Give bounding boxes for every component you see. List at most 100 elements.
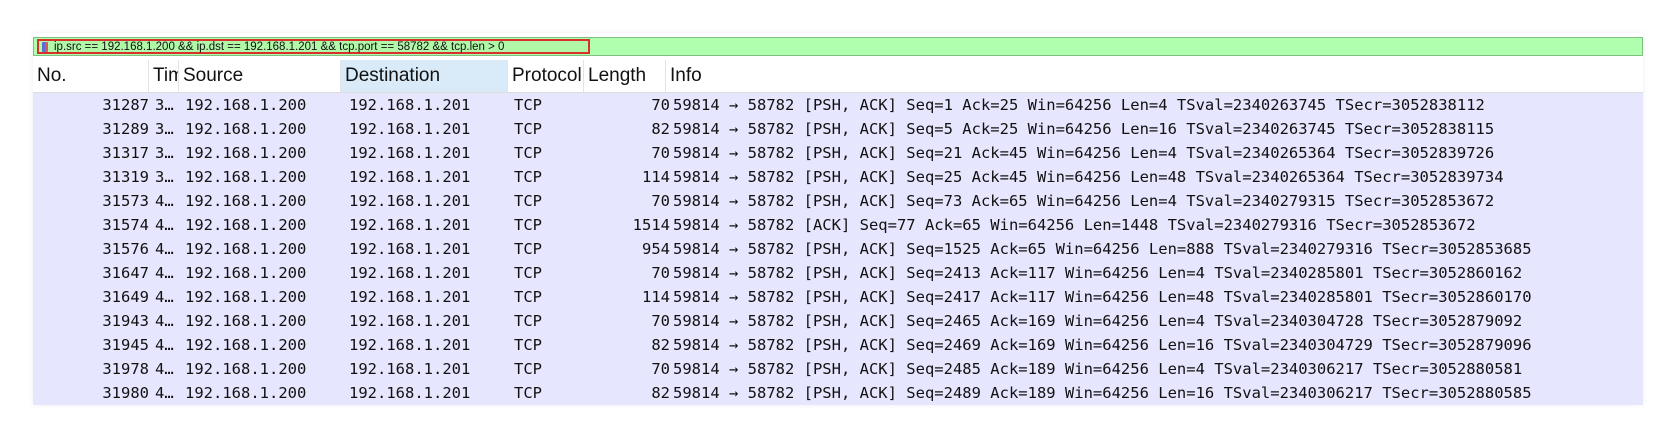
packet-no-cell: 31943 — [102, 312, 149, 330]
packet-no-cell: 31576 — [102, 240, 149, 258]
packet-length-cell: 70 — [651, 96, 670, 114]
packet-protocol-cell: TCP — [514, 336, 542, 354]
packet-list-window: ip.src == 192.168.1.200 && ip.dst == 192… — [33, 33, 1643, 405]
packet-time-cell: 4… — [155, 312, 174, 330]
column-header-no[interactable]: No. — [33, 60, 149, 92]
packet-no-cell: 31945 — [102, 336, 149, 354]
packet-protocol-cell: TCP — [514, 288, 542, 306]
packet-no-cell: 31317 — [102, 144, 149, 162]
packet-length-cell: 954 — [642, 240, 670, 258]
packet-length-cell: 70 — [651, 312, 670, 330]
packet-length-cell: 82 — [651, 384, 670, 402]
packet-row[interactable]: 31287 3… 192.168.1.200 192.168.1.201 TCP 70 59… — [33, 93, 1643, 117]
packet-info-cell: 59814 → 58782 [PSH, ACK] Seq=2413 Ack=11… — [673, 264, 1523, 282]
packet-time-cell: 4… — [155, 288, 174, 306]
packet-time-cell: 3… — [155, 144, 174, 162]
packet-no-cell: 31287 — [102, 96, 149, 114]
packet-source-cell: 192.168.1.200 — [185, 264, 307, 282]
packet-protocol-cell: TCP — [514, 120, 542, 138]
packet-source-cell: 192.168.1.200 — [185, 312, 307, 330]
packet-protocol-cell: TCP — [514, 168, 542, 186]
packet-info-cell: 59814 → 58782 [PSH, ACK] Seq=5 Ack=25 Wi… — [673, 120, 1495, 138]
packet-protocol-cell: TCP — [514, 264, 542, 282]
packet-destination-cell: 192.168.1.201 — [349, 144, 471, 162]
packet-info-cell: 59814 → 58782 [PSH, ACK] Seq=2469 Ack=16… — [673, 336, 1532, 354]
packet-protocol-cell: TCP — [514, 240, 542, 258]
packet-time-cell: 4… — [155, 192, 174, 210]
packet-info-cell: 59814 → 58782 [PSH, ACK] Seq=2465 Ack=16… — [673, 312, 1523, 330]
packet-no-cell: 31647 — [102, 264, 149, 282]
packet-source-cell: 192.168.1.200 — [185, 216, 307, 234]
packet-list-header: No. Time Source Destination Protocol Len… — [33, 60, 1643, 93]
bookmark-icon[interactable] — [42, 42, 48, 52]
packet-info-cell: 59814 → 58782 [PSH, ACK] Seq=1525 Ack=65… — [673, 240, 1532, 258]
packet-destination-cell: 192.168.1.201 — [349, 336, 471, 354]
packet-row[interactable]: 31980 4… 192.168.1.200 192.168.1.201 TCP 82 59… — [33, 381, 1643, 405]
packet-protocol-cell: TCP — [514, 144, 542, 162]
packet-length-cell: 114 — [642, 168, 670, 186]
packet-source-cell: 192.168.1.200 — [185, 96, 307, 114]
packet-info-cell: 59814 → 58782 [PSH, ACK] Seq=2485 Ack=18… — [673, 360, 1523, 378]
packet-no-cell: 31574 — [102, 216, 149, 234]
packet-protocol-cell: TCP — [514, 216, 542, 234]
packet-info-cell: 59814 → 58782 [PSH, ACK] Seq=2417 Ack=11… — [673, 288, 1532, 306]
packet-destination-cell: 192.168.1.201 — [349, 168, 471, 186]
packet-length-cell: 82 — [651, 336, 670, 354]
packet-row[interactable]: 31319 3… 192.168.1.200 192.168.1.201 TCP 114 5… — [33, 165, 1643, 189]
packet-row[interactable]: 31574 4… 192.168.1.200 192.168.1.201 TCP 1514… — [33, 213, 1643, 237]
packet-row[interactable]: 31647 4… 192.168.1.200 192.168.1.201 TCP 70 59… — [33, 261, 1643, 285]
packet-destination-cell: 192.168.1.201 — [349, 288, 471, 306]
packet-row[interactable]: 31289 3… 192.168.1.200 192.168.1.201 TCP 82 59… — [33, 117, 1643, 141]
packet-length-cell: 114 — [642, 288, 670, 306]
packet-length-cell: 1514 — [632, 216, 670, 234]
packet-time-cell: 4… — [155, 264, 174, 282]
column-header-length[interactable]: Length — [584, 60, 666, 92]
packet-info-cell: 59814 → 58782 [PSH, ACK] Seq=1 Ack=25 Wi… — [673, 96, 1485, 114]
packet-source-cell: 192.168.1.200 — [185, 384, 307, 402]
packet-row[interactable]: 31649 4… 192.168.1.200 192.168.1.201 TCP 114 5… — [33, 285, 1643, 309]
packet-time-cell: 3… — [155, 168, 174, 186]
packet-destination-cell: 192.168.1.201 — [349, 264, 471, 282]
packet-source-cell: 192.168.1.200 — [185, 288, 307, 306]
packet-destination-cell: 192.168.1.201 — [349, 360, 471, 378]
column-header-protocol[interactable]: Protocol — [508, 60, 584, 92]
packet-time-cell: 4… — [155, 384, 174, 402]
packet-no-cell: 31573 — [102, 192, 149, 210]
column-header-source[interactable]: Source — [179, 60, 341, 92]
packet-no-cell: 31289 — [102, 120, 149, 138]
packet-protocol-cell: TCP — [514, 96, 542, 114]
packet-row[interactable]: 31978 4… 192.168.1.200 192.168.1.201 TCP 70 59… — [33, 357, 1643, 381]
column-header-info[interactable]: Info — [666, 60, 1643, 92]
packet-time-cell: 3… — [155, 96, 174, 114]
packet-info-cell: 59814 → 58782 [PSH, ACK] Seq=2489 Ack=18… — [673, 384, 1532, 402]
packet-source-cell: 192.168.1.200 — [185, 336, 307, 354]
packet-no-cell: 31978 — [102, 360, 149, 378]
packet-protocol-cell: TCP — [514, 192, 542, 210]
packet-row[interactable]: 31576 4… 192.168.1.200 192.168.1.201 TCP 954 5… — [33, 237, 1643, 261]
packet-destination-cell: 192.168.1.201 — [349, 216, 471, 234]
packet-row[interactable]: 31573 4… 192.168.1.200 192.168.1.201 TCP 70 59… — [33, 189, 1643, 213]
packet-length-cell: 82 — [651, 120, 670, 138]
packet-source-cell: 192.168.1.200 — [185, 168, 307, 186]
packet-time-cell: 4… — [155, 360, 174, 378]
packet-no-cell: 31319 — [102, 168, 149, 186]
display-filter-bar: ip.src == 192.168.1.200 && ip.dst == 192… — [33, 37, 1643, 56]
packet-destination-cell: 192.168.1.201 — [349, 240, 471, 258]
packet-info-cell: 59814 → 58782 [PSH, ACK] Seq=25 Ack=45 W… — [673, 168, 1504, 186]
packet-row[interactable]: 31945 4… 192.168.1.200 192.168.1.201 TCP 82 59… — [33, 333, 1643, 357]
packet-destination-cell: 192.168.1.201 — [349, 96, 471, 114]
display-filter-text[interactable]: ip.src == 192.168.1.200 && ip.dst == 192… — [54, 40, 504, 55]
packet-info-cell: 59814 → 58782 [PSH, ACK] Seq=73 Ack=65 W… — [673, 192, 1495, 210]
column-header-time[interactable]: Time — [149, 60, 179, 92]
packet-time-cell: 4… — [155, 336, 174, 354]
packet-length-cell: 70 — [651, 264, 670, 282]
packet-row[interactable]: 31317 3… 192.168.1.200 192.168.1.201 TCP 70 59… — [33, 141, 1643, 165]
display-filter-input[interactable]: ip.src == 192.168.1.200 && ip.dst == 192… — [37, 39, 590, 54]
packet-no-cell: 31980 — [102, 384, 149, 402]
packet-source-cell: 192.168.1.200 — [185, 120, 307, 138]
packet-source-cell: 192.168.1.200 — [185, 360, 307, 378]
packet-row[interactable]: 31943 4… 192.168.1.200 192.168.1.201 TCP 70 59… — [33, 309, 1643, 333]
packet-source-cell: 192.168.1.200 — [185, 192, 307, 210]
packet-length-cell: 70 — [651, 360, 670, 378]
column-header-destination[interactable]: Destination — [341, 60, 508, 92]
